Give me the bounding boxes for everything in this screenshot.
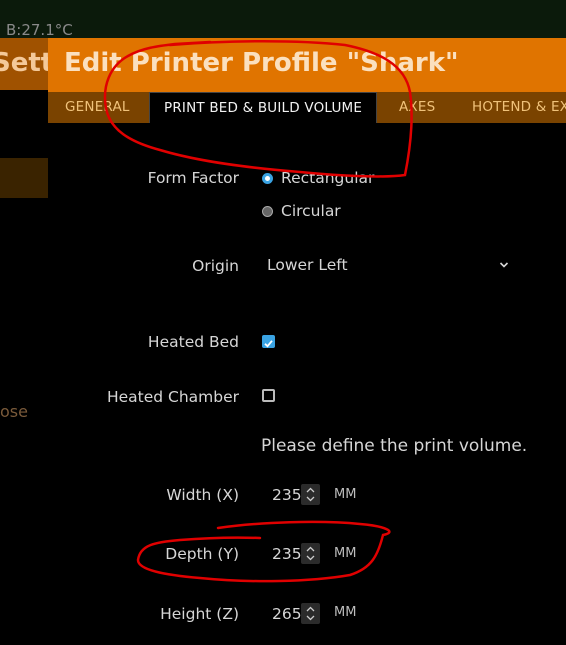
form-factor-label: Form Factor — [147, 169, 239, 187]
origin-select[interactable]: Lower Left — [259, 251, 513, 279]
depth-unit: MM — [334, 546, 357, 561]
height-label: Height (Z) — [160, 605, 239, 623]
radio-selected-icon[interactable] — [262, 173, 273, 184]
radio-circular-label: Circular — [281, 202, 341, 220]
temperature-readout: B:27.1°C — [6, 21, 73, 39]
heated-chamber-checkbox[interactable] — [262, 389, 275, 402]
depth-spinner-icon[interactable] — [301, 543, 320, 564]
background-title: Sett — [0, 48, 48, 78]
heated-bed-checkbox[interactable] — [262, 335, 275, 348]
tab-bar: GENERAL PRINT BED & BUILD VOLUME AXES HO… — [48, 92, 566, 123]
height-value: 265 — [272, 605, 302, 623]
chevron-down-icon — [499, 262, 509, 268]
tab-general[interactable]: GENERAL — [65, 92, 130, 123]
heated-bed-label: Heated Bed — [147, 333, 239, 351]
radio-unselected-icon[interactable] — [262, 206, 273, 217]
modal-title: Edit Printer Profile "Shark" — [64, 48, 459, 78]
heated-chamber-label: Heated Chamber — [106, 388, 239, 406]
background-sidebar-item — [0, 158, 48, 198]
width-value: 235 — [272, 486, 302, 504]
origin-select-value: Lower Left — [267, 256, 348, 274]
width-label: Width (X) — [166, 486, 239, 504]
radio-rectangular[interactable]: Rectangular — [262, 169, 374, 187]
background-close-link: ose — [0, 402, 28, 421]
checkmark-icon — [264, 340, 273, 348]
width-unit: MM — [334, 487, 357, 502]
height-unit: MM — [334, 605, 357, 620]
radio-circular[interactable]: Circular — [262, 202, 341, 220]
depth-label: Depth (Y) — [165, 545, 239, 563]
tab-hotend-extruder[interactable]: HOTEND & EX — [472, 92, 566, 123]
modal-header: Edit Printer Profile "Shark" — [48, 38, 566, 92]
background-status-bar: B:27.1°C — [0, 0, 566, 39]
tab-print-bed-build-volume[interactable]: PRINT BED & BUILD VOLUME — [149, 92, 378, 123]
print-volume-note: Please define the print volume. — [261, 436, 528, 456]
radio-rectangular-label: Rectangular — [281, 169, 375, 187]
depth-value: 235 — [272, 545, 302, 563]
origin-label: Origin — [192, 257, 239, 275]
width-spinner-icon[interactable] — [301, 484, 320, 505]
height-spinner-icon[interactable] — [301, 603, 320, 624]
background-title-bar: Sett — [0, 38, 48, 90]
tab-axes[interactable]: AXES — [399, 92, 435, 123]
printer-profile-modal: Edit Printer Profile "Shark" GENERAL PRI… — [48, 38, 566, 645]
